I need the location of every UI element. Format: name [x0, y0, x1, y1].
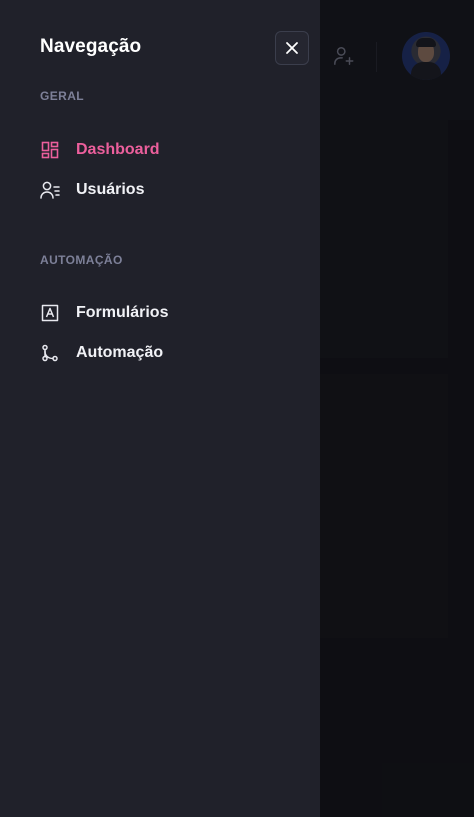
- users-list-icon: [40, 180, 60, 200]
- nav-item-dashboard[interactable]: Dashboard: [40, 138, 160, 162]
- drawer-title: Navegação: [40, 36, 142, 57]
- nav-item-label: Usuários: [76, 181, 145, 198]
- form-icon: [40, 303, 60, 323]
- nav-item-usuarios[interactable]: Usuários: [40, 178, 144, 202]
- close-drawer-button[interactable]: [275, 31, 309, 65]
- nav-item-label: Formulários: [76, 304, 169, 321]
- nav-item-label: Automação: [76, 344, 164, 361]
- section-label-geral: GERAL: [40, 89, 84, 103]
- close-icon: [284, 40, 300, 56]
- git-branch-icon: [40, 343, 60, 363]
- nav-item-automacao[interactable]: Automação: [40, 341, 163, 365]
- dashboard-icon: [40, 140, 60, 160]
- section-label-automacao: AUTOMAÇÃO: [40, 253, 123, 267]
- nav-item-formularios[interactable]: Formulários: [40, 301, 168, 325]
- nav-item-label: Dashboard: [76, 141, 160, 158]
- navigation-drawer: Navegação GERAL Dashboard Usuários AUTOM…: [0, 0, 320, 817]
